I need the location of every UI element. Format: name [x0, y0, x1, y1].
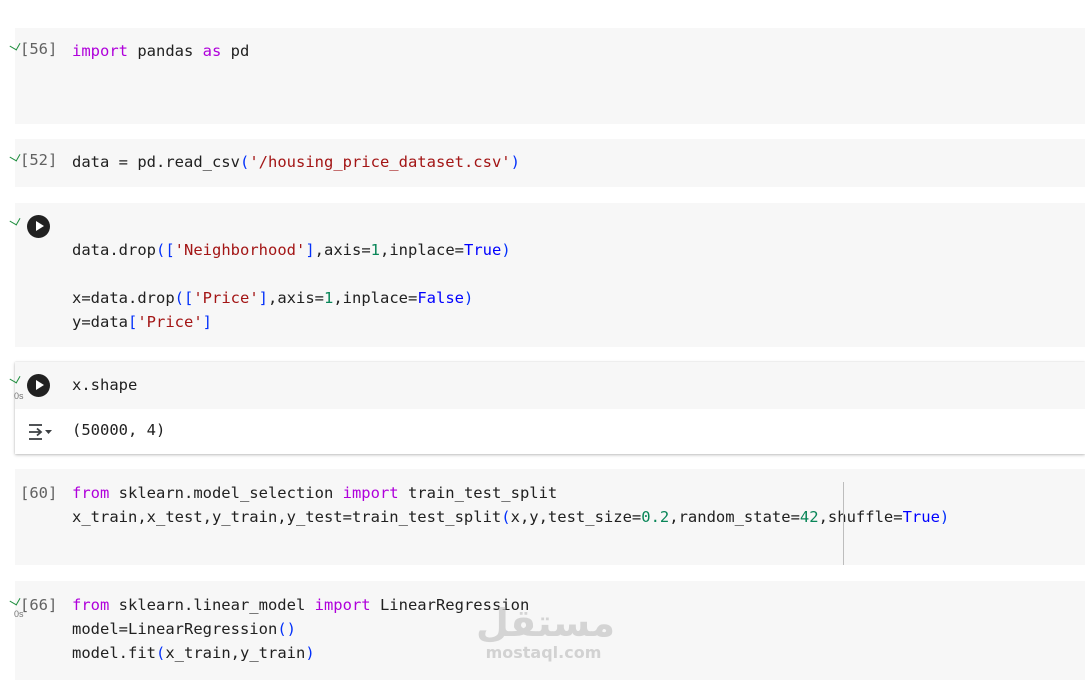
number-literal: 1 — [370, 241, 381, 259]
keyword: from — [72, 596, 110, 614]
run-cell-button[interactable] — [27, 374, 50, 397]
keyword: import — [72, 42, 128, 60]
string-literal: '/housing_price_dataset.csv' — [249, 153, 511, 171]
number-literal: 0.2 — [641, 508, 670, 526]
output-actions-icon[interactable] — [27, 421, 53, 443]
code-editor[interactable]: x.shape — [72, 373, 137, 397]
bracket: ) — [501, 241, 511, 259]
code-text: sklearn.linear_model — [109, 596, 315, 614]
execution-count: [56] — [20, 40, 58, 58]
keyword: from — [72, 484, 110, 502]
code-text: x,y,test_size= — [510, 508, 642, 526]
boolean-literal: True — [902, 508, 940, 526]
executed-check-icon — [9, 39, 21, 51]
code-cell-52[interactable]: [52] data = pd.read_csv('/housing_price_… — [9, 139, 1085, 187]
code-text: ,shuffle= — [818, 508, 903, 526]
execution-time: 0s — [14, 391, 24, 401]
code-editor[interactable]: from sklearn.model_selection import trai… — [72, 481, 949, 529]
execution-count: [66] — [20, 596, 58, 614]
bracket: ( — [501, 508, 511, 526]
code-text: ,inplace= — [333, 289, 418, 307]
code-text: ,inplace= — [380, 241, 465, 259]
code-text: x=data.drop — [72, 289, 175, 307]
executed-check-icon — [9, 214, 21, 226]
code-editor[interactable]: from sklearn.linear_model import LinearR… — [72, 593, 529, 665]
boolean-literal: False — [417, 289, 465, 307]
number-literal: 42 — [799, 508, 819, 526]
code-editor[interactable]: data = pd.read_csv('/housing_price_datas… — [72, 150, 520, 174]
keyword: as — [202, 42, 222, 60]
code-text: data = pd.read_csv — [72, 153, 240, 171]
string-literal: 'Price' — [137, 313, 203, 331]
code-text: pd — [221, 42, 250, 60]
code-text: data.drop — [72, 241, 156, 259]
bracket: ) — [305, 644, 315, 662]
code-text: x_train,y_train — [165, 644, 306, 662]
bracket: ] — [258, 289, 268, 307]
code-text: ,random_state= — [669, 508, 800, 526]
code-cell-drop[interactable]: data.drop(['Neighborhood'],axis=1,inplac… — [9, 203, 1085, 347]
code-text: sklearn.model_selection — [109, 484, 343, 502]
bracket: ( — [239, 153, 250, 171]
code-text: ,axis= — [268, 289, 324, 307]
watermark-latin: mostaql.com — [485, 643, 602, 662]
code-text: train_test_split — [398, 484, 558, 502]
code-text: ,axis= — [314, 241, 371, 259]
bracket: ( — [156, 644, 166, 662]
bracket: ) — [939, 508, 950, 526]
code-text: y=data — [72, 313, 128, 331]
boolean-literal: True — [464, 241, 502, 259]
number-literal: 1 — [324, 289, 334, 307]
keyword: import — [342, 484, 399, 502]
code-editor[interactable]: import pandas as pd — [72, 39, 249, 63]
cell-output-area: (50000, 4) — [15, 409, 1085, 454]
bracket: ) — [464, 289, 474, 307]
bracket: () — [277, 620, 296, 638]
bracket: ] — [202, 313, 213, 331]
executed-check-icon — [9, 372, 21, 384]
string-literal: 'Price' — [193, 289, 259, 307]
executed-check-icon — [9, 150, 21, 162]
run-cell-button[interactable] — [27, 215, 50, 238]
cell-input-area[interactable]: 0s x.shape — [9, 362, 1085, 409]
code-cell-60[interactable]: [60] from sklearn.model_selection import… — [15, 469, 1085, 565]
code-text: x.shape — [72, 376, 138, 394]
string-literal: 'Neighborhood' — [174, 241, 306, 259]
watermark-arabic: مستقل — [476, 601, 615, 645]
code-text: pandas — [128, 42, 203, 60]
bracket: ([ — [156, 241, 175, 259]
bracket: ] — [305, 241, 315, 259]
mostaql-watermark: مستقل mostaql.com — [476, 601, 615, 663]
bracket: ) — [510, 153, 520, 171]
bracket: [ — [128, 313, 138, 331]
code-text: model=LinearRegression — [72, 620, 278, 638]
code-cell-56[interactable]: [56] import pandas as pd — [9, 28, 1085, 124]
keyword: import — [314, 596, 371, 614]
execution-count: [60] — [20, 484, 58, 502]
code-cell-shape[interactable]: 0s x.shape (50000, 4) — [9, 362, 1085, 454]
execution-count: [52] — [20, 151, 58, 169]
text-cursor — [843, 482, 844, 565]
cell-output-text: (50000, 4) — [72, 421, 166, 439]
executed-check-icon — [9, 594, 21, 606]
bracket: ([ — [174, 289, 194, 307]
code-text: model.fit — [72, 644, 156, 662]
code-text: x_train,x_test,y_train,y_test=train_test… — [72, 508, 502, 526]
code-editor[interactable]: data.drop(['Neighborhood'],axis=1,inplac… — [72, 238, 511, 334]
